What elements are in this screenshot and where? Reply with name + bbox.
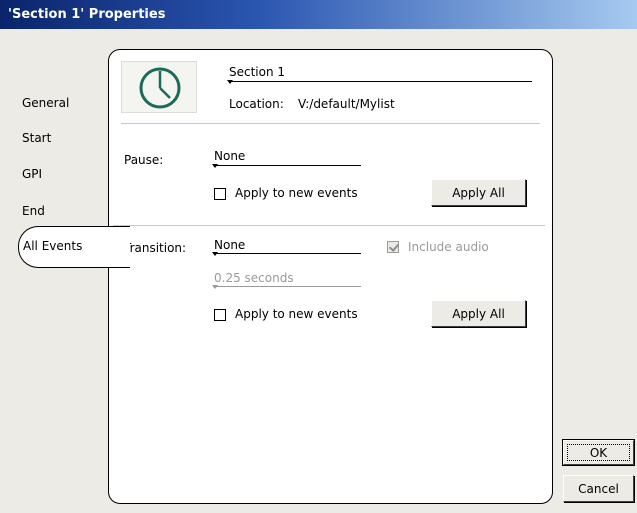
include-audio-label: Include audio [408, 240, 489, 254]
transition-select-underline [214, 253, 361, 254]
nav-item-all-events[interactable]: All Events [18, 226, 130, 268]
dialog-title-bar: 'Section 1' Properties [0, 0, 637, 29]
location-value: V:/default/Mylist [298, 97, 395, 111]
nav-item-end[interactable]: End [22, 204, 45, 218]
section-name-marker [227, 80, 233, 84]
section-divider [113, 225, 545, 226]
cancel-label: Cancel [578, 481, 619, 496]
nav-item-gpi[interactable]: GPI [22, 167, 42, 181]
focus-ring [567, 444, 630, 461]
transition-apply-new-checkbox[interactable] [214, 309, 226, 321]
include-audio-checkbox[interactable] [387, 241, 399, 253]
transition-duration-select[interactable]: 0.25 seconds [214, 271, 294, 285]
header-divider [121, 123, 540, 124]
ok-button[interactable]: OK [562, 439, 635, 466]
pause-select[interactable]: None [214, 149, 245, 163]
chevron-down-icon[interactable] [212, 164, 218, 168]
transition-duration-underline [214, 286, 361, 287]
pause-select-underline [214, 165, 361, 166]
section-clock-icon [121, 61, 197, 113]
transition-apply-all-button[interactable]: Apply All [431, 300, 526, 327]
cancel-button[interactable]: Cancel [563, 475, 634, 502]
pause-apply-new-label: Apply to new events [235, 186, 358, 200]
chevron-down-icon[interactable] [212, 285, 218, 289]
section-name-field[interactable]: Section 1 [229, 65, 285, 79]
chevron-down-icon[interactable] [212, 252, 218, 256]
transition-label: Transition: [124, 241, 187, 255]
nav-item-general[interactable]: General [22, 96, 69, 110]
transition-select[interactable]: None [214, 238, 245, 252]
pause-label: Pause: [124, 153, 164, 167]
nav-item-all-events-label: All Events [23, 239, 83, 253]
nav-item-start[interactable]: Start [22, 131, 51, 145]
pause-apply-all-label: Apply All [452, 185, 505, 200]
properties-panel [108, 49, 553, 504]
pause-apply-new-checkbox[interactable] [214, 188, 226, 200]
transition-apply-all-label: Apply All [452, 306, 505, 321]
section-name-underline [229, 81, 532, 82]
pause-apply-all-button[interactable]: Apply All [431, 179, 526, 206]
transition-apply-new-label: Apply to new events [235, 307, 358, 321]
tab-joint [106, 229, 112, 266]
location-label: Location: [229, 97, 284, 111]
dialog-title: 'Section 1' Properties [8, 7, 166, 22]
